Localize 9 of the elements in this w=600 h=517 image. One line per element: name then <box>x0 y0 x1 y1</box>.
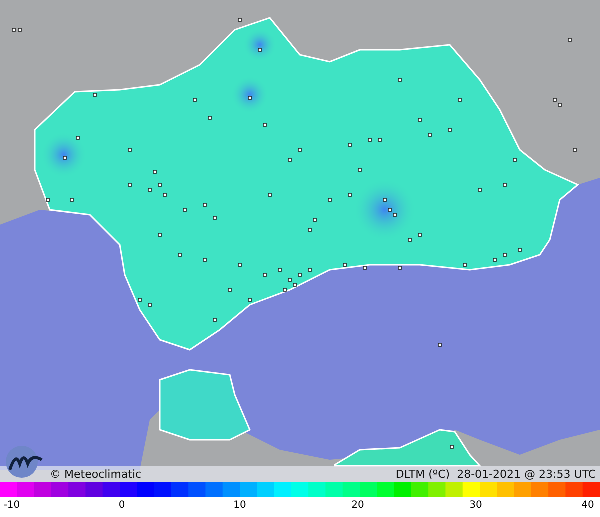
scale-label: 40 <box>582 500 594 511</box>
scale-label: 0 <box>118 500 126 511</box>
scale-label: 20 <box>352 500 364 511</box>
scale-label: -10 <box>4 500 20 511</box>
scale-label: 30 <box>470 500 482 511</box>
scale-label: 10 <box>234 500 246 511</box>
credit-text: © Meteoclimatic <box>50 468 142 480</box>
logo-icon <box>4 444 44 480</box>
caption-text: DLTM (ºC) 28-01-2021 @ 23:53 UTC <box>396 468 596 480</box>
